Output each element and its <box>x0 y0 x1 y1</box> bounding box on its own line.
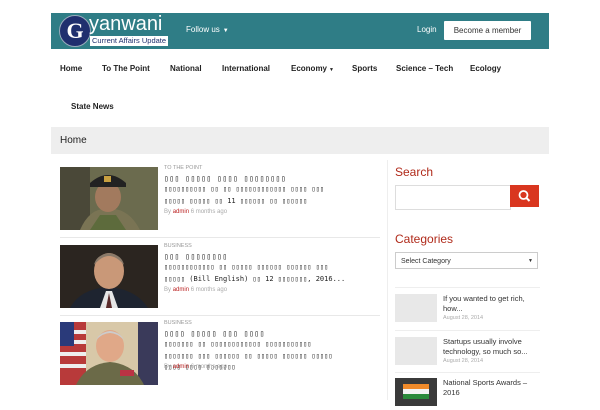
recent-post-date: August 28, 2014 <box>443 358 484 364</box>
search-icon <box>518 190 531 202</box>
chevron-down-icon: ▼ <box>528 258 533 264</box>
post-divider <box>60 315 380 316</box>
nav-item-international[interactable]: International <box>222 64 270 73</box>
nav-item-science-tech[interactable]: Science – Tech <box>396 64 453 73</box>
nav-item-economy-label: Economy <box>291 64 328 73</box>
recent-post-thumbnail[interactable] <box>395 378 437 406</box>
post-excerpt: ▯▯▯▯▯▯▯▯▯▯▯▯ ▯▯ ▯▯▯▯▯ ▯▯▯▯▯▯ ▯▯▯▯▯▯ ▯▯▯ … <box>164 263 346 283</box>
post-meta: By admin 6 months ago <box>164 209 227 215</box>
recent-post-title[interactable]: National Sports Awards – 2016 <box>443 378 538 397</box>
nav-item-sports[interactable]: Sports <box>352 64 377 73</box>
post-thumbnail[interactable] <box>60 167 158 230</box>
chevron-down-icon: ▼ <box>329 67 334 73</box>
chevron-down-icon: ▼ <box>222 28 229 34</box>
post-item: TO THE POINT ▯▯▯ ▯▯▯▯▯ ▯▯▯▯ ▯▯▯▯▯▯▯▯ ▯▯▯… <box>60 165 380 233</box>
post-time: 6 months ago <box>190 364 228 370</box>
post-category[interactable]: BUSINESS <box>164 243 192 249</box>
post-divider <box>60 237 380 238</box>
post-by-label: By <box>164 287 172 293</box>
post-author[interactable]: admin <box>173 209 189 215</box>
post-time: 6 months ago <box>190 287 228 293</box>
recent-post: National Sports Awards – 2016 <box>395 378 540 410</box>
post-title[interactable]: ▯▯▯▯ ▯▯▯▯▯ ▯▯▯ ▯▯▯▯ <box>164 328 374 339</box>
search-heading: Search <box>395 165 434 179</box>
post-meta: By admin 6 months ago <box>164 287 227 293</box>
recent-post-date: August 28, 2014 <box>443 315 484 321</box>
nav-item-economy[interactable]: Economy ▼ <box>291 64 334 73</box>
nav-item-to-the-point[interactable]: To The Point <box>102 64 150 73</box>
post-by-label: By <box>164 209 172 215</box>
search-input[interactable] <box>395 185 511 210</box>
main-nav: Home To The Point National International… <box>51 52 549 118</box>
post-author[interactable]: admin <box>173 287 189 293</box>
nav-item-home[interactable]: Home <box>60 64 82 73</box>
search-button[interactable] <box>510 185 539 207</box>
recent-post-title[interactable]: If you wanted to get rich, how... <box>443 294 538 313</box>
login-link[interactable]: Login <box>417 25 437 34</box>
nav-item-ecology[interactable]: Ecology <box>470 64 501 73</box>
post-by-label: By <box>164 364 172 370</box>
become-member-button[interactable]: Become a member <box>444 21 531 40</box>
recent-post: Startups usually involve technology, so … <box>395 337 540 369</box>
logo-letter: G <box>59 15 91 47</box>
post-title[interactable]: ▯▯▯ ▯▯▯▯▯ ▯▯▯▯ ▯▯▯▯▯▯▯▯ <box>164 173 374 184</box>
recent-divider <box>395 330 540 331</box>
follow-us-dropdown[interactable]: Follow us ▼ <box>186 25 229 34</box>
breadcrumb: Home <box>51 127 549 154</box>
post-author[interactable]: admin <box>173 364 189 370</box>
top-bar: G yanwani Current Affairs Update Follow … <box>51 13 549 49</box>
breadcrumb-home: Home <box>60 135 87 146</box>
site-logo[interactable]: G yanwani Current Affairs Update <box>59 13 179 47</box>
nav-item-state-news[interactable]: State News <box>71 102 114 111</box>
recent-post-title[interactable]: Startups usually involve technology, so … <box>443 337 538 356</box>
post-time: 6 months ago <box>190 209 228 215</box>
recent-post-thumbnail[interactable] <box>395 337 437 365</box>
category-select[interactable]: Select Category ▼ <box>395 252 538 269</box>
category-select-value: Select Category <box>401 258 451 265</box>
post-category[interactable]: TO THE POINT <box>164 165 202 171</box>
logo-tagline: Current Affairs Update <box>90 36 169 46</box>
post-meta: By admin 6 months ago <box>164 364 227 370</box>
recent-post: If you wanted to get rich, how... August… <box>395 294 540 326</box>
logo-name: yanwani <box>89 13 163 35</box>
recent-divider <box>395 372 540 373</box>
recent-post-thumbnail[interactable] <box>395 294 437 322</box>
follow-us-label: Follow us <box>186 25 220 34</box>
post-thumbnail[interactable] <box>60 322 158 385</box>
categories-heading: Categories <box>395 232 454 246</box>
post-title[interactable]: ▯▯▯ ▯▯▯▯▯▯▯▯ <box>164 251 374 262</box>
nav-item-national[interactable]: National <box>170 64 202 73</box>
post-excerpt: ▯▯▯▯▯▯▯▯▯▯ ▯▯ ▯▯ ▯▯▯▯▯▯▯▯▯▯▯▯ ▯▯▯▯ ▯▯▯ ▯… <box>164 185 325 205</box>
sidebar-divider <box>387 160 388 400</box>
recent-divider <box>395 287 540 288</box>
post-thumbnail[interactable] <box>60 245 158 308</box>
post-category[interactable]: BUSINESS <box>164 320 192 326</box>
post-item: BUSINESS ▯▯▯▯ ▯▯▯▯▯ ▯▯▯ ▯▯▯▯ ▯▯▯▯▯▯▯ ▯▯ … <box>60 320 380 388</box>
post-item: BUSINESS ▯▯▯ ▯▯▯▯▯▯▯▯ ▯▯▯▯▯▯▯▯▯▯▯▯ ▯▯ ▯▯… <box>60 243 380 311</box>
